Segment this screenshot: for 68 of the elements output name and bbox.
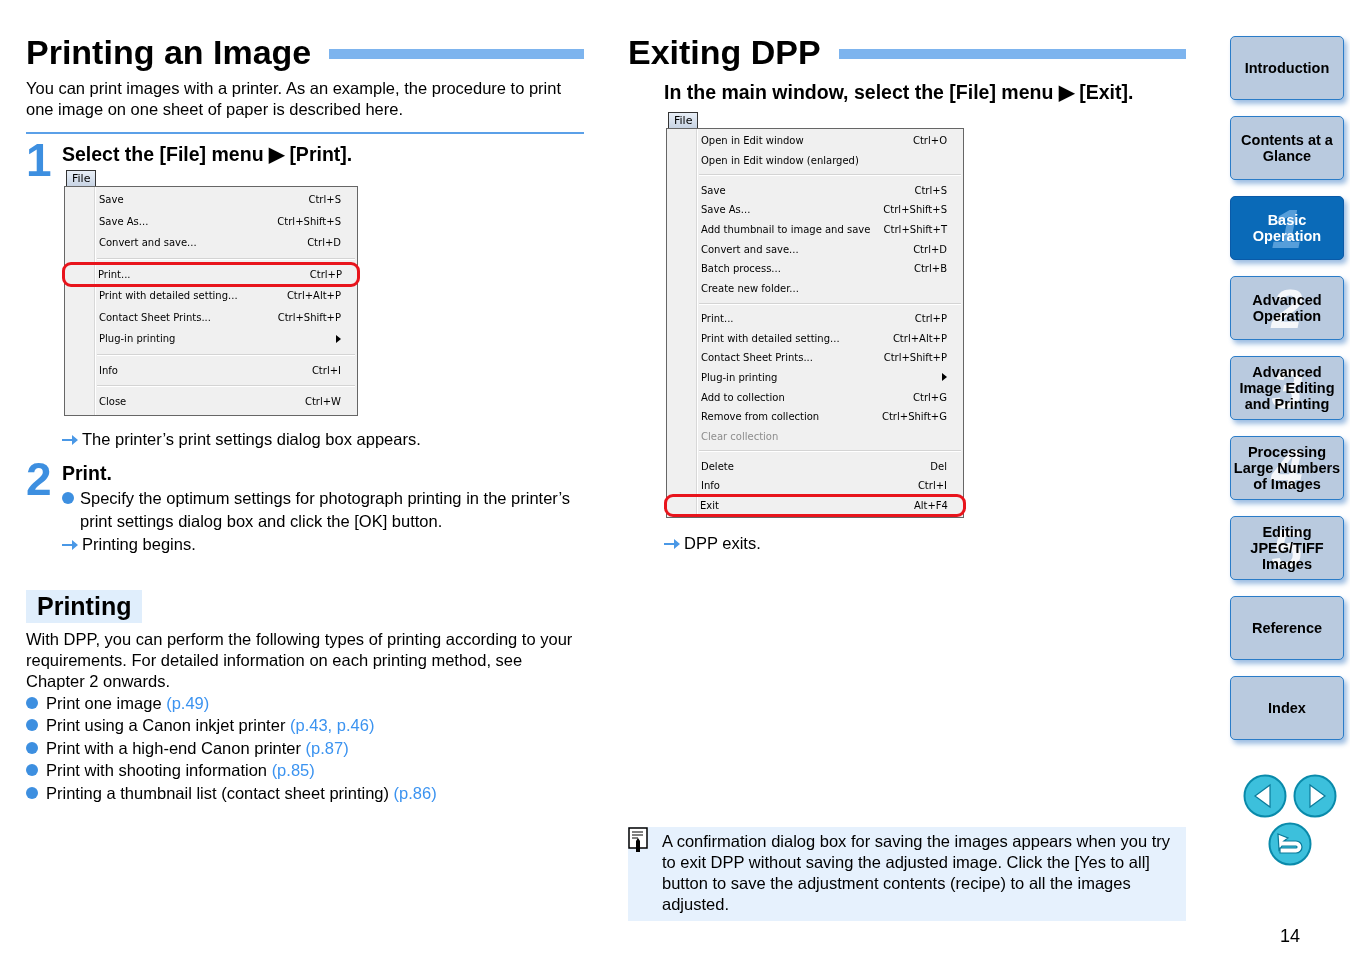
menu-item[interactable]: Save As... Ctrl+Shift+S (667, 200, 963, 220)
menu-item[interactable]: Add to collection Ctrl+G (667, 387, 963, 407)
result-text: DPP exits. (684, 533, 761, 555)
menu-item[interactable]: Print with detailed setting... Ctrl+Alt+P (65, 285, 357, 307)
list-item-text: Print one image (p.49) (46, 692, 210, 714)
chapter-nav-button[interactable]: Introduction (1230, 36, 1344, 100)
chapter-nav-button[interactable]: Contents at a Glance (1230, 116, 1344, 180)
arrow-icon (664, 539, 680, 550)
list-item-text: Print using a Canon inkjet printer (p.43, p.46) (46, 715, 375, 736)
menu-item[interactable]: Exit Alt+F4 (666, 495, 964, 516)
menu-item[interactable]: Save Ctrl+S (65, 189, 357, 211)
menu-item[interactable]: Print... Ctrl+P (667, 308, 963, 329)
list-item-text: Printing a thumbnail list (contact sheet printing) (p.86) (46, 782, 437, 804)
arrow-icon (62, 434, 78, 445)
menu-item[interactable]: Remove from collection Ctrl+Shift+G (667, 406, 963, 427)
menu-item[interactable]: Create new folder... (667, 278, 963, 299)
menu-item[interactable]: Open in Edit window (enlarged) (667, 150, 963, 171)
section-heading: Printing (26, 589, 143, 623)
next-page-icon[interactable] (1293, 774, 1337, 818)
previous-page-icon[interactable] (1243, 774, 1287, 818)
bullet-icon (26, 764, 38, 776)
section-text: With DPP, you can perform the following types of printing according to your requirements. For detailed information on each printing method, see Chapter 2 onwards. (26, 628, 574, 692)
menu-tab[interactable]: File (66, 170, 97, 186)
bullet-icon (26, 786, 38, 799)
menu-item[interactable]: Contact Sheet Prints... Ctrl+Shift+P (667, 347, 963, 368)
menu-item[interactable]: Close Ctrl+W (65, 391, 357, 413)
page-title: Printing an Image (26, 32, 312, 73)
menu-item[interactable]: Add thumbnail to image and save Ctrl+Shift+T (667, 219, 963, 240)
result-text: The printer’s print settings dialog box appears. (82, 428, 421, 450)
page-number: 14 (1280, 926, 1301, 947)
bullet-icon (26, 741, 38, 754)
list-item-text: Print with a high-end Canon printer (p.87) (46, 737, 349, 759)
menu-item[interactable]: Convert and save... Ctrl+D (667, 239, 963, 260)
step-title: Select the [File] menu ▶ [Print]. (62, 142, 354, 166)
chapter-nav-button[interactable]: Reference (1230, 596, 1344, 660)
memo-pencil-icon (628, 827, 648, 853)
instruction-text: Specify the optimum settings for photograph printing in the printer’s print settings dialog box and click the [OK] button. (80, 487, 572, 532)
submenu-caret-icon (942, 373, 947, 382)
list-item-text: Print with shooting information (p.85) (46, 760, 315, 781)
step-number: 1 (26, 138, 53, 188)
submenu-caret-icon (336, 334, 341, 343)
menu-item[interactable]: Plug-in printing (667, 367, 963, 388)
bullet-icon (62, 491, 74, 504)
menu-tab[interactable]: File (668, 112, 699, 128)
menu-item[interactable]: Plug-in printing (65, 328, 357, 350)
chapter-nav-button[interactable]: Index (1230, 676, 1344, 740)
note-text: A confirmation dialog box for saving the images appears when you try to exit DPP without saving the adjusted image. Click the [Yes to all] button to save the adjustment contents (recipe) to all the images adjusted. (662, 831, 1172, 915)
menu-item[interactable]: Print with detailed setting... Ctrl+Alt+P (667, 328, 963, 348)
page-title: Exiting DPP (628, 32, 821, 73)
step-title: Print. (62, 460, 113, 485)
bullet-icon (26, 719, 38, 731)
step-title: In the main window, select the [File] menu ▶ [Exit]. (664, 80, 1135, 104)
menu-item[interactable]: Save Ctrl+S (667, 180, 963, 201)
menu-item[interactable]: Convert and save... Ctrl+D (65, 232, 357, 254)
menu-item[interactable]: Info Ctrl+I (65, 359, 357, 381)
back-icon[interactable] (1268, 822, 1312, 866)
menu-item[interactable]: Save As... Ctrl+Shift+S (65, 210, 357, 232)
result-text: Printing begins. (82, 533, 196, 555)
menu-item[interactable]: Info Ctrl+I (667, 476, 963, 496)
arrow-icon (62, 539, 78, 550)
step-number: 2 (26, 456, 53, 507)
menu-item[interactable]: Print... Ctrl+P (64, 263, 358, 285)
menu-item[interactable]: Delete Del (667, 456, 963, 476)
menu-item[interactable]: Contact Sheet Prints... Ctrl+Shift+P (65, 306, 357, 328)
bullet-icon (26, 696, 38, 709)
intro-text: You can print images with a printer. As an example, the procedure to print one image on one sheet of paper is described here. (26, 78, 563, 120)
menu-item[interactable]: Batch process... Ctrl+B (667, 259, 963, 279)
menu-item[interactable]: Open in Edit window Ctrl+O (667, 131, 963, 151)
